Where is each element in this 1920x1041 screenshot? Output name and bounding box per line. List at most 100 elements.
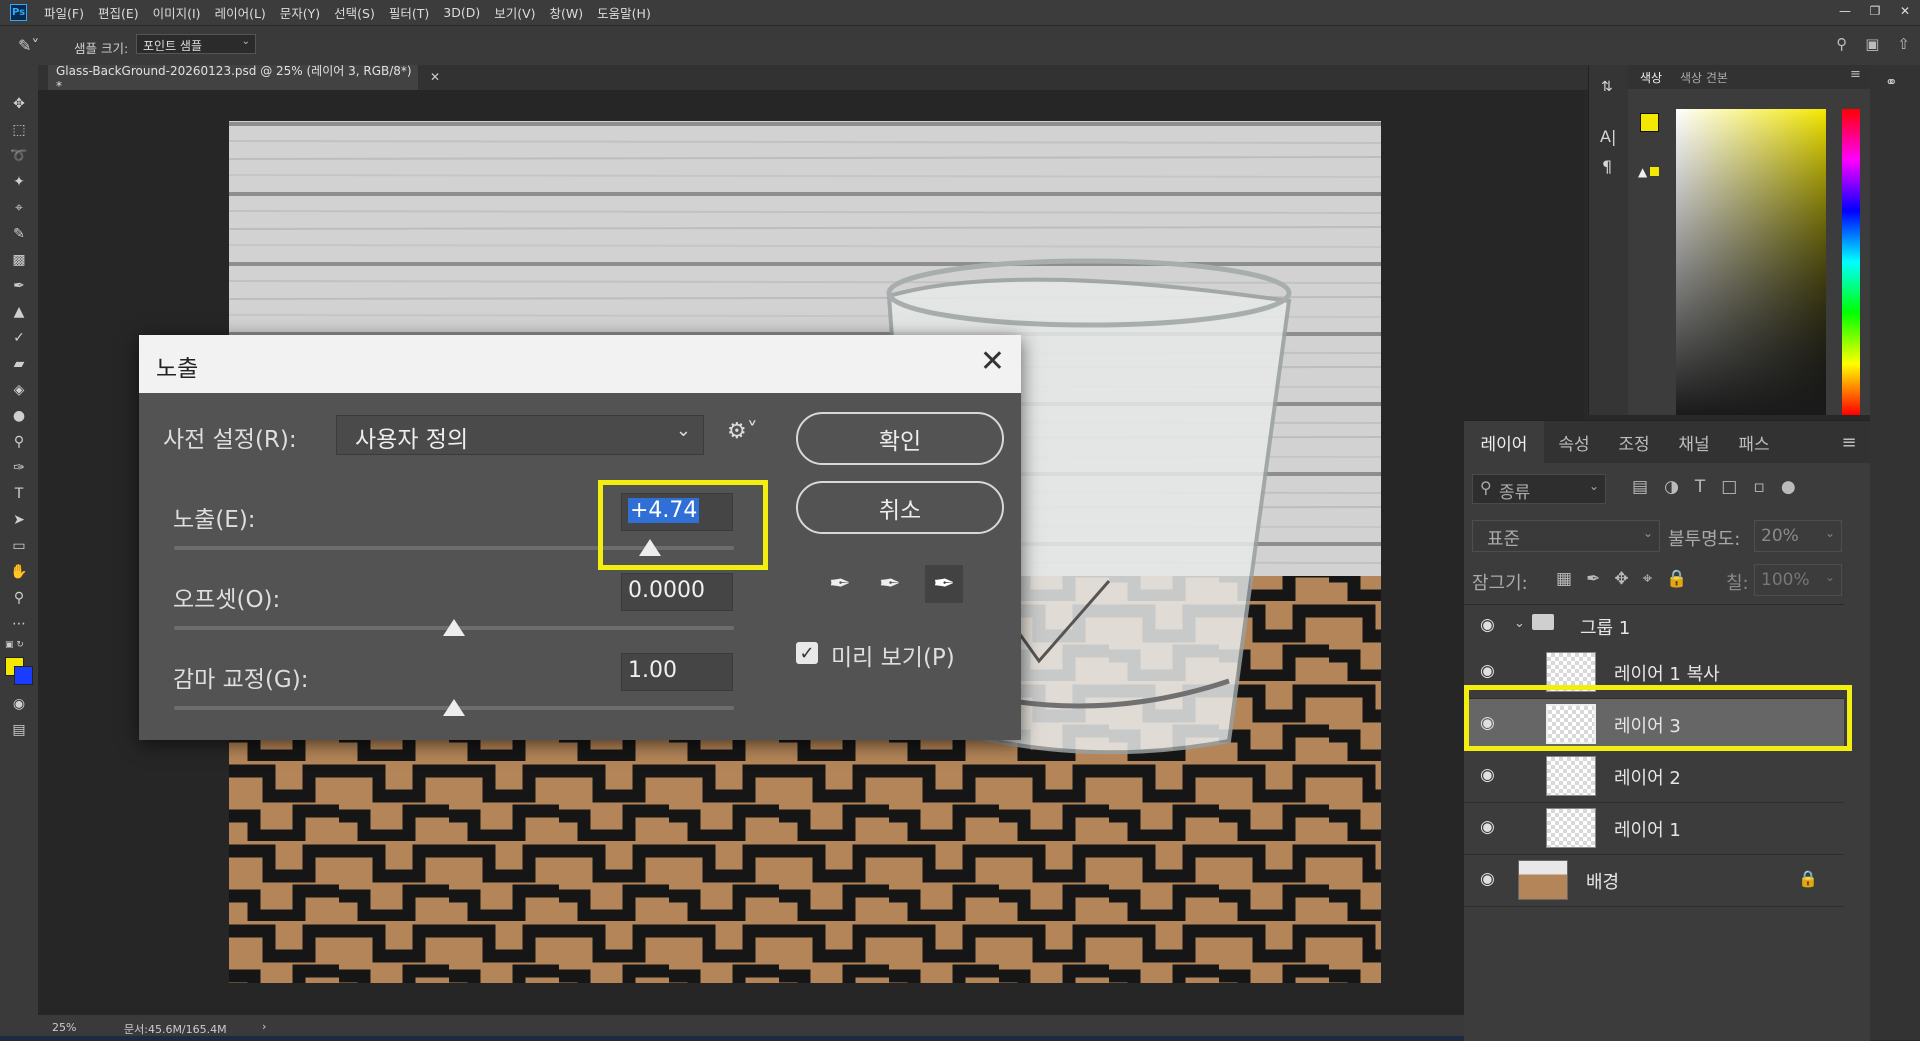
chevron-right-icon[interactable]: › [262, 1020, 266, 1033]
adjustment-filter-icon[interactable]: ◑ [1664, 477, 1679, 497]
blur-tool-icon[interactable]: ● [7, 405, 31, 427]
paragraph-panel-icon[interactable]: ¶ [1602, 157, 1612, 176]
menu-3d[interactable]: 3D(D) [436, 5, 487, 20]
layer-row-background[interactable]: ◉ 배경 🔒 [1464, 855, 1844, 907]
history-brush-tool-icon[interactable]: ✓ [7, 327, 31, 349]
menu-help[interactable]: 도움말(H) [590, 3, 658, 22]
tab-layers[interactable]: 레이어 [1464, 421, 1544, 463]
character-panel-icon[interactable]: A| [1600, 127, 1616, 146]
sample-size-select[interactable]: 포인트 샘플 ⌄ [136, 34, 256, 54]
visibility-eye-icon[interactable]: ◉ [1480, 661, 1495, 681]
workspace-icon[interactable]: ▣ [1865, 35, 1879, 53]
preview-checkbox[interactable]: ✓ [796, 642, 818, 664]
move-tool-icon[interactable]: ✥ [7, 93, 31, 115]
tab-color[interactable]: 색상 [1640, 69, 1662, 86]
type-tool-icon[interactable]: T [7, 483, 31, 505]
document-tab[interactable]: Glass-BackGround-20260123.psd @ 25% (레이어… [48, 64, 418, 93]
marquee-tool-icon[interactable]: ⬚ [7, 119, 31, 141]
lock-position-icon[interactable]: ✥ [1614, 569, 1628, 589]
search-icon[interactable]: ⚲ [1836, 35, 1847, 53]
close-icon[interactable]: ✕ [980, 344, 1005, 379]
foreground-color-chip[interactable] [1640, 113, 1659, 132]
panel-menu-icon[interactable]: ≡ [1850, 67, 1861, 82]
black-point-eyedropper-icon[interactable]: ✒ [829, 569, 851, 599]
history-panel-icon[interactable]: ⇅ [1601, 79, 1613, 95]
menu-layer[interactable]: 레이어(L) [208, 3, 273, 22]
crop-tool-icon[interactable]: ⌖ [7, 197, 31, 219]
gamut-warning-icon[interactable]: ▲ [1638, 165, 1660, 179]
blend-mode-select[interactable]: 표준 ⌄ [1472, 520, 1660, 552]
menu-view[interactable]: 보기(V) [487, 3, 542, 22]
ok-button[interactable]: 확인 [796, 412, 1004, 465]
gamma-input[interactable]: 1.00 [621, 653, 733, 691]
close-window-icon[interactable]: ✕ [1890, 0, 1920, 22]
background-color-swatch[interactable] [14, 666, 33, 685]
cancel-button[interactable]: 취소 [796, 481, 1004, 534]
brush-tool-icon[interactable]: ✒ [7, 275, 31, 297]
pen-tool-icon[interactable]: ✑ [7, 457, 31, 479]
lock-artboard-icon[interactable]: ⌖ [1643, 569, 1653, 589]
lasso-tool-icon[interactable]: ➰ [7, 145, 31, 167]
layer-row[interactable]: ◉ 레이어 1 [1464, 803, 1844, 855]
visibility-eye-icon[interactable]: ◉ [1480, 869, 1495, 889]
dodge-tool-icon[interactable]: ⚲ [7, 431, 31, 453]
tab-paths[interactable]: 패스 [1724, 421, 1784, 463]
layer-row[interactable]: ◉ 레이어 2 [1464, 751, 1844, 803]
stamp-tool-icon[interactable]: ▲ [7, 301, 31, 323]
quick-mask-icon[interactable]: ◉ [7, 693, 31, 715]
eyedropper-tool-preset-icon[interactable]: ✎˅ [18, 36, 39, 55]
more-tools-icon[interactable]: ⋯ [7, 613, 31, 635]
visibility-eye-icon[interactable]: ◉ [1480, 765, 1495, 785]
menu-edit[interactable]: 편집(E) [91, 3, 146, 22]
tab-swatches[interactable]: 색상 견본 [1680, 69, 1728, 86]
gamma-slider-thumb[interactable] [443, 699, 465, 716]
preset-options-gear-icon[interactable]: ⚙˅ [727, 419, 758, 444]
menu-select[interactable]: 선택(S) [327, 3, 382, 22]
lock-transparency-icon[interactable]: ▦ [1556, 569, 1572, 589]
smart-object-filter-icon[interactable]: ▫ [1753, 477, 1765, 497]
preset-select[interactable]: 사용자 정의 ⌄ [336, 415, 704, 455]
layer-filter-select[interactable]: ⚲ 종류 ⌄ [1472, 474, 1606, 504]
tab-adjustments[interactable]: 조정 [1604, 421, 1664, 463]
restore-icon[interactable]: ❐ [1860, 0, 1890, 22]
filter-toggle-icon[interactable]: ● [1781, 477, 1796, 497]
offset-input[interactable]: 0.0000 [621, 573, 733, 611]
panel-menu-icon[interactable]: ≡ [1834, 421, 1864, 463]
zoom-tool-icon[interactable]: ⚲ [7, 587, 31, 609]
path-selection-tool-icon[interactable]: ➤ [7, 509, 31, 531]
share-icon[interactable]: ⇧ [1897, 35, 1910, 53]
magic-wand-tool-icon[interactable]: ✦ [7, 171, 31, 193]
zoom-level[interactable]: 25% [52, 1021, 76, 1034]
opacity-field[interactable]: 20% ⌄ [1754, 520, 1842, 552]
visibility-eye-icon[interactable]: ◉ [1480, 615, 1495, 635]
screen-mode-icon[interactable]: ▤ [7, 719, 31, 741]
pixel-filter-icon[interactable]: ▤ [1632, 477, 1648, 497]
white-point-eyedropper-icon[interactable]: ✒ [925, 565, 963, 603]
shape-filter-icon[interactable]: □ [1721, 477, 1737, 497]
tab-properties[interactable]: 속성 [1544, 421, 1604, 463]
paint-bucket-tool-icon[interactable]: ◈ [7, 379, 31, 401]
hue-slider[interactable] [1842, 109, 1860, 415]
gray-point-eyedropper-icon[interactable]: ✒ [879, 569, 901, 599]
menu-type[interactable]: 문자(Y) [273, 3, 327, 22]
visibility-eye-icon[interactable]: ◉ [1480, 817, 1495, 837]
type-filter-icon[interactable]: T [1695, 477, 1705, 497]
offset-slider-thumb[interactable] [443, 619, 465, 636]
lock-pixels-icon[interactable]: ✒ [1586, 569, 1600, 589]
healing-brush-tool-icon[interactable]: ▩ [7, 249, 31, 271]
swap-colors-icon[interactable]: ▣ ↻ [5, 640, 33, 650]
libraries-icon[interactable]: ⚭ [1885, 73, 1898, 91]
rectangle-tool-icon[interactable]: ▭ [7, 535, 31, 557]
minimize-icon[interactable]: — [1830, 0, 1860, 22]
tab-channels[interactable]: 채널 [1664, 421, 1724, 463]
layer-row-group[interactable]: ◉ ⌄ 그룹 1 [1464, 605, 1844, 648]
menu-window[interactable]: 창(W) [543, 3, 591, 22]
fill-field[interactable]: 100% ⌄ [1754, 564, 1842, 596]
eyedropper-tool-icon[interactable]: ✎ [7, 223, 31, 245]
menu-filter[interactable]: 필터(T) [382, 3, 436, 22]
menu-file[interactable]: 파일(F) [37, 3, 91, 22]
menu-image[interactable]: 이미지(I) [146, 3, 208, 22]
chevron-down-icon[interactable]: ⌄ [1514, 616, 1525, 631]
eraser-tool-icon[interactable]: ▰ [7, 353, 31, 375]
close-tab-icon[interactable]: ✕ [430, 70, 440, 84]
